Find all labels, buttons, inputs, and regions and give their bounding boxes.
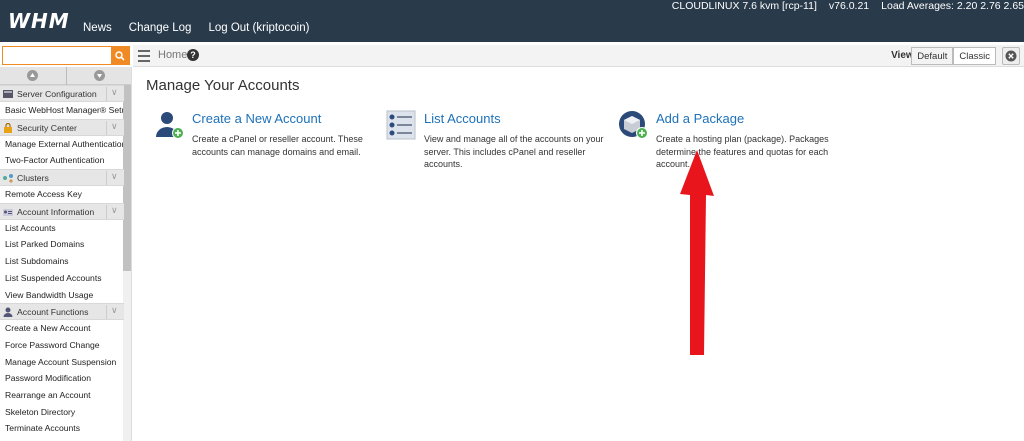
breadcrumb-bar: Home ? View: Default Classic	[133, 45, 1024, 67]
search-box	[2, 46, 130, 65]
sidebar-item-external-auth[interactable]: Manage External Authentications	[0, 136, 131, 153]
chevron-down-icon: ∨	[106, 204, 118, 219]
chevron-down-icon: ∨	[106, 120, 118, 135]
sidebar-item-rearrange-account[interactable]: Rearrange an Account	[0, 387, 124, 404]
add-package-link[interactable]: Add a Package	[656, 111, 744, 126]
annotation-arrow	[680, 150, 714, 355]
load-averages: Load Averages: 2.20 2.76 2.65	[881, 0, 1024, 12]
chevron-down-icon: ∨	[106, 305, 118, 320]
lock-icon	[4, 122, 12, 133]
sidebar-item-view-bandwidth-usage[interactable]: View Bandwidth Usage	[0, 287, 124, 304]
expand-all-icon[interactable]	[94, 70, 105, 81]
top-bar: WHM News Change Log Log Out (kriptocoin)…	[0, 0, 1024, 42]
menu-toggle-icon[interactable]	[138, 50, 150, 65]
sidebar-item-two-factor[interactable]: Two-Factor Authentication	[0, 152, 124, 169]
top-nav: News Change Log Log Out (kriptocoin)	[83, 22, 309, 34]
sidebar-section-server-configuration[interactable]: Server Configuration ∨	[0, 85, 124, 102]
view-classic-button[interactable]: Classic	[953, 47, 996, 65]
view-toggle: Default Classic	[911, 47, 996, 65]
sidebar-item-list-suspended-accounts[interactable]: List Suspended Accounts	[0, 270, 124, 287]
close-icon	[1005, 50, 1017, 62]
view-default-button[interactable]: Default	[911, 47, 954, 65]
sidebar-scrollbar-thumb[interactable]	[123, 85, 131, 271]
breadcrumb-home[interactable]: Home	[158, 49, 187, 61]
help-icon[interactable]: ?	[187, 49, 199, 61]
sidebar-item-list-subdomains[interactable]: List Subdomains	[0, 253, 124, 270]
list-accounts-desc: View and manage all of the accounts on y…	[424, 134, 604, 169]
list-accounts-link[interactable]: List Accounts	[424, 111, 501, 126]
sidebar-item-terminate-accounts[interactable]: Terminate Accounts	[0, 420, 124, 437]
sidebar-item-basic-setup[interactable]: Basic WebHost Manager® Setup	[0, 102, 131, 119]
sidebar-item-force-password-change[interactable]: Force Password Change	[0, 337, 124, 354]
nav-logout-link[interactable]: Log Out (kriptocoin)	[208, 22, 309, 34]
sidebar-item-skeleton-directory[interactable]: Skeleton Directory	[0, 404, 124, 421]
system-info: CLOUDLINUX 7.6 kvm [rcp-11] v76.0.21 Loa…	[672, 0, 1024, 12]
version-info: v76.0.21	[828, 0, 870, 12]
nav-news-link[interactable]: News	[83, 22, 112, 34]
sidebar-item-remote-access-key[interactable]: Remote Access Key	[0, 186, 124, 203]
os-info: CLOUDLINUX 7.6 kvm [rcp-11]	[671, 0, 817, 12]
add-user-icon[interactable]	[154, 110, 184, 140]
create-account-link[interactable]: Create a New Account	[192, 111, 321, 126]
collapse-all-icon[interactable]	[27, 70, 38, 81]
cluster-icon	[3, 174, 13, 183]
whm-logo[interactable]: WHM	[8, 9, 70, 33]
nav-change-log-link[interactable]: Change Log	[129, 22, 192, 34]
list-accounts-icon[interactable]	[386, 110, 416, 140]
chevron-down-icon: ∨	[106, 87, 118, 101]
sidebar-section-clusters[interactable]: Clusters ∨	[0, 169, 124, 187]
chevron-down-icon: ∨	[106, 171, 118, 186]
create-account-desc: Create a cPanel or reseller account. The…	[192, 134, 363, 157]
sidebar-section-account-functions[interactable]: Account Functions ∨	[0, 303, 124, 321]
page-title: Manage Your Accounts	[146, 77, 300, 94]
sidebar-section-security-center[interactable]: Security Center ∨	[0, 118, 124, 136]
sidebar-item-manage-account-suspension[interactable]: Manage Account Suspension	[0, 354, 124, 371]
sidebar-collapse-bar	[0, 67, 131, 85]
sidebar-section-account-information[interactable]: Account Information ∨	[0, 202, 124, 220]
search-button[interactable]	[111, 47, 129, 64]
sidebar: Server Configuration ∨ Basic WebHost Man…	[0, 67, 132, 441]
search-icon	[115, 50, 125, 61]
sidebar-item-list-parked-domains[interactable]: List Parked Domains	[0, 236, 124, 253]
sidebar-item-password-modification[interactable]: Password Modification	[0, 370, 124, 387]
close-button[interactable]	[1002, 47, 1020, 65]
search-input[interactable]	[3, 47, 111, 64]
sidebar-item-list-accounts[interactable]: List Accounts	[0, 220, 124, 237]
user-icon	[3, 307, 13, 318]
account-list-icon	[3, 208, 13, 216]
server-icon	[3, 90, 13, 98]
sidebar-item-create-account[interactable]: Create a New Account	[0, 320, 124, 337]
add-package-icon[interactable]	[618, 110, 648, 140]
